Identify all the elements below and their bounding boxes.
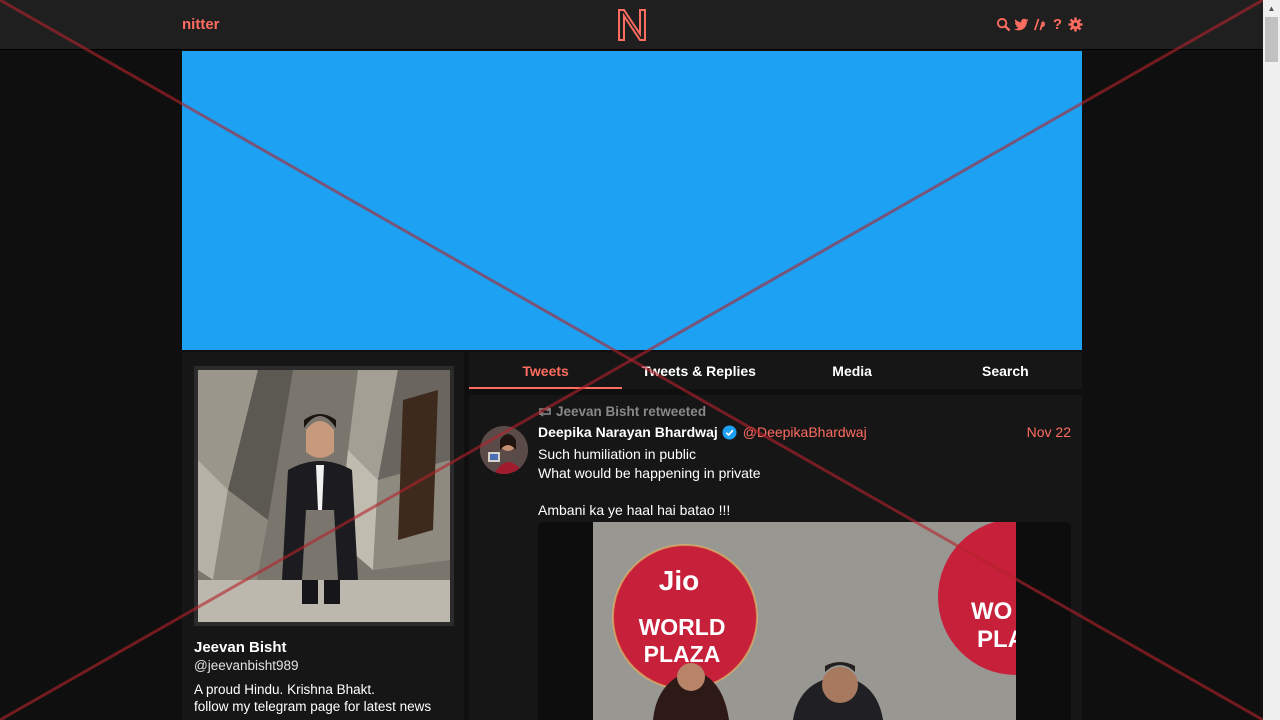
profile-username[interactable]: @jeevanbisht989 [194, 658, 299, 673]
media-text-world: WORLD [639, 614, 726, 640]
scrollbar[interactable]: ▲ [1263, 0, 1280, 720]
tab-media[interactable]: Media [776, 352, 929, 389]
verified-badge-icon [722, 424, 737, 440]
tab-bar: Tweets Tweets & Replies Media Search [469, 352, 1082, 389]
tab-tweets-replies[interactable]: Tweets & Replies [622, 352, 775, 389]
twitter-bird-icon[interactable] [1014, 15, 1029, 33]
settings-gear-icon[interactable] [1068, 15, 1083, 33]
tweet-header: Deepika Narayan Bhardwaj @DeepikaBhardwa… [538, 424, 867, 440]
retweet-icon [539, 406, 551, 417]
bio-line: follow my telegram page for latest news [194, 699, 432, 714]
tab-tweets[interactable]: Tweets [469, 352, 623, 389]
profile-avatar[interactable] [194, 366, 454, 626]
profile-banner[interactable] [182, 51, 1082, 350]
profile-fullname[interactable]: Jeevan Bisht [194, 639, 287, 656]
media-text-wo: WO [971, 598, 1012, 625]
tweet-line: What would be happening in private [538, 464, 761, 481]
retweet-header: Jeevan Bisht retweeted [538, 404, 706, 419]
tweet[interactable]: Jeevan Bisht retweeted Deepika Narayan B… [469, 395, 1082, 720]
media-text-jio: Jio [659, 565, 699, 596]
lp-icon[interactable] [1032, 15, 1047, 33]
media-text-plaza: PLAZA [644, 641, 721, 667]
media-text-pla: PLA [977, 626, 1016, 653]
tweet-date[interactable]: Nov 22 [1027, 424, 1071, 440]
tweet-line: Such humiliation in public [538, 446, 696, 462]
nav-icons: ? [996, 15, 1083, 33]
tweet-content: Such humiliation in public What would be… [538, 445, 1068, 519]
tweet-fullname[interactable]: Deepika Narayan Bhardwaj [538, 424, 718, 440]
tweet-avatar[interactable] [480, 426, 528, 474]
nitter-logo[interactable] [617, 8, 647, 42]
bio-line: A proud Hindu. Krishna Bhakt. [194, 682, 375, 697]
profile-card: Jeevan Bisht @jeevanbisht989 A proud Hin… [182, 352, 464, 720]
tweet-line [538, 482, 1068, 501]
retweet-header-text: Jeevan Bisht retweeted [556, 404, 707, 419]
profile-bio: A proud Hindu. Krishna Bhakt. follow my … [194, 681, 454, 715]
scroll-up-icon[interactable]: ▲ [1263, 0, 1280, 17]
search-icon[interactable] [996, 15, 1011, 33]
navbar: nitter ? [0, 0, 1263, 50]
media-image[interactable]: Jio WORLD PLAZA WO PLA [593, 522, 1016, 720]
scroll-thumb[interactable] [1265, 17, 1278, 62]
tweet-username[interactable]: @DeepikaBhardwaj [743, 424, 867, 440]
help-icon[interactable]: ? [1050, 15, 1065, 33]
tweet-line: Ambani ka ye haal hai batao !!! [538, 501, 731, 518]
timeline: Tweets Tweets & Replies Media Search Jee… [469, 352, 1082, 720]
tweet-media[interactable]: Jio WORLD PLAZA WO PLA [538, 522, 1071, 720]
tab-search[interactable]: Search [929, 352, 1082, 389]
brand-link[interactable]: nitter [182, 16, 220, 33]
